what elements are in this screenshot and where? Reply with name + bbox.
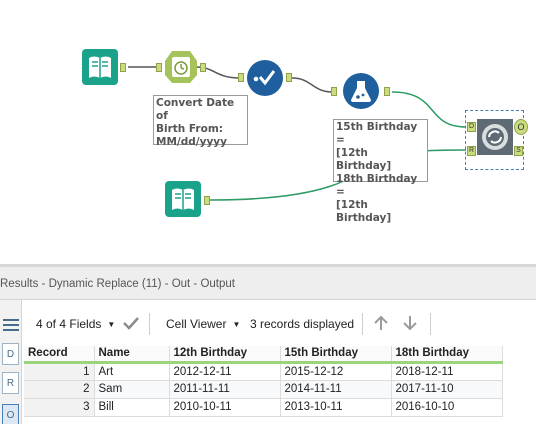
anchor-r-label: R [6,377,15,389]
toolbar-divider [430,313,431,335]
chevron-down-icon: ▼ [232,320,241,329]
column-header-18th-birthday[interactable]: 18th Birthday [391,346,503,364]
record-cell: 1 [24,362,95,381]
datetime-input-anchor[interactable] [156,63,162,72]
formula-input-anchor[interactable] [331,87,337,96]
table-row[interactable]: 1 Art 2012-12-11 2015-12-12 2018-12-11 [24,362,503,381]
connection-lines [128,66,467,201]
input-1-output-anchor[interactable] [120,63,126,72]
dynamic-replace-o-anchor[interactable]: O [514,119,528,135]
results-title: Results - Dynamic Replace (11) - Out - O… [0,278,235,290]
toolbar-divider [149,313,150,335]
name-cell[interactable]: Sam [94,380,170,399]
fields-dropdown[interactable]: 4 of 4 Fields ▼ [36,317,115,331]
birthday-15-cell[interactable]: 2013-10-11 [280,398,392,417]
arrow-up-icon[interactable] [373,315,389,336]
datetime-tool[interactable] [163,49,199,85]
anchor-d-label: D [6,348,15,360]
name-cell[interactable]: Art [94,362,170,381]
column-header-name[interactable]: Name [94,346,170,364]
menu-icon[interactable] [0,314,21,336]
anchor-d-button[interactable]: D [2,343,19,365]
results-toolbar: 4 of 4 Fields ▼ Cell Viewer ▼ 3 records di… [22,300,536,345]
chevron-down-icon: ▼ [107,320,116,329]
name-cell[interactable]: Bill [94,398,170,417]
input-data-tool-1[interactable] [82,49,118,85]
dynamic-replace-tool[interactable] [477,119,513,155]
datetime-annotation: Convert Date of Birth From: MM/dd/yyyy [153,95,248,148]
birthday-12-cell[interactable]: 2012-12-11 [169,362,281,381]
select-output-anchor[interactable] [286,73,292,82]
table-row[interactable]: 3 Bill 2010-10-11 2013-10-11 2016-10-10 [24,398,503,417]
anchor-o-button[interactable]: O [2,404,19,424]
records-count: 3 records displayed [250,317,355,331]
column-header-record[interactable]: Record [24,346,95,364]
column-header-12th-birthday[interactable]: 12th Birthday [169,346,281,364]
results-grid[interactable]: Record Name 12th Birthday 15th Birthday … [24,346,503,417]
column-header-15th-birthday[interactable]: 15th Birthday [280,346,392,364]
workflow-canvas[interactable]: Convert Date of Birth From: MM/dd/yyyy 1… [0,0,536,264]
checkmark-icon[interactable] [122,315,140,336]
anchor-o-label: O [6,409,15,421]
birthday-15-cell[interactable]: 2015-12-12 [280,362,392,381]
header-row: Record Name 12th Birthday 15th Birthday … [24,346,503,364]
record-cell: 2 [24,380,95,399]
results-side-bar: D R O [0,300,22,424]
birthday-15-cell[interactable]: 2014-11-11 [280,380,392,399]
formula-output-anchor[interactable] [384,87,390,96]
dynamic-replace-d-anchor[interactable]: D [467,122,476,132]
dynamic-replace-s-anchor[interactable]: S [514,146,523,156]
cell-viewer-label: Cell Viewer [166,317,227,331]
input-2-output-anchor[interactable] [204,196,210,205]
fields-dropdown-label: 4 of 4 Fields [36,317,102,331]
birthday-12-cell[interactable]: 2011-11-11 [169,380,281,399]
datetime-output-anchor[interactable] [200,63,206,72]
cell-viewer-dropdown[interactable]: Cell Viewer ▼ [166,317,240,331]
table-row[interactable]: 2 Sam 2011-11-11 2014-11-11 2017-11-10 [24,380,503,399]
anchor-r-button[interactable]: R [2,372,19,394]
toolbar-divider [362,313,363,335]
birthday-18-cell[interactable]: 2018-12-11 [391,362,503,381]
select-input-anchor[interactable] [238,73,244,82]
formula-annotation: 15th Birthday = [12th Birthday] 18th Bir… [333,119,428,224]
results-header: Results - Dynamic Replace (11) - Out - O… [0,267,536,300]
dynamic-replace-r-anchor[interactable]: R [467,146,476,156]
input-data-tool-2[interactable] [165,181,201,217]
select-tool[interactable] [247,60,283,96]
birthday-18-cell[interactable]: 2016-10-10 [391,398,503,417]
birthday-18-cell[interactable]: 2017-11-10 [391,380,503,399]
record-cell: 3 [24,398,95,417]
birthday-12-cell[interactable]: 2010-10-11 [169,398,281,417]
formula-tool[interactable] [343,73,379,109]
arrow-down-icon[interactable] [402,315,418,336]
